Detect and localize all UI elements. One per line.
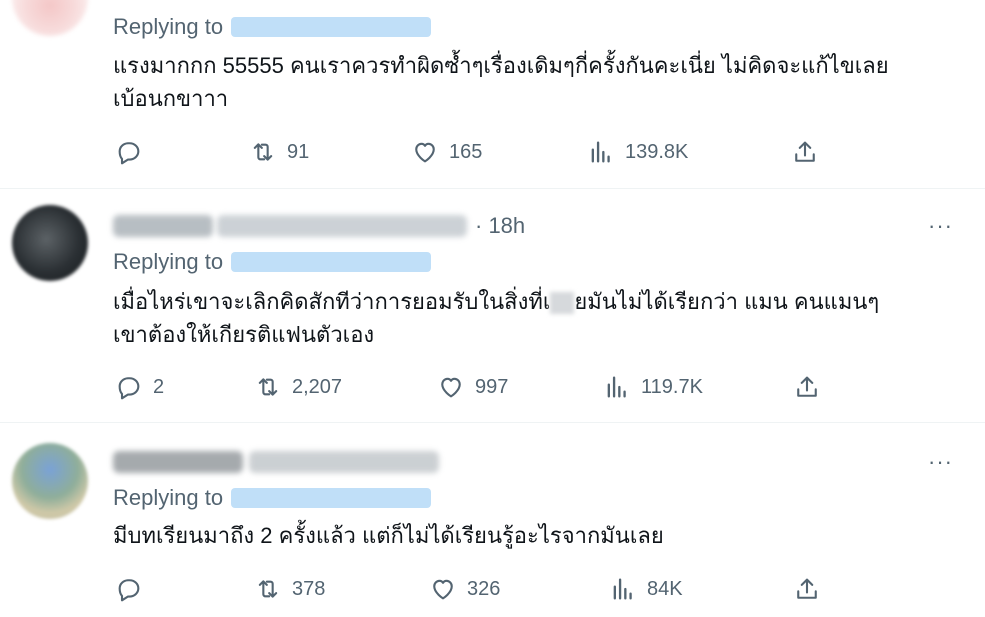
like-icon xyxy=(415,142,435,163)
replying-to-handle[interactable] xyxy=(231,252,432,272)
tweet-actions: 91 165 139.8K xyxy=(113,137,833,167)
avatar[interactable] xyxy=(12,0,88,36)
reply-button[interactable]: 2 xyxy=(115,372,164,402)
user-handle[interactable] xyxy=(217,215,467,237)
tweet-text: เมื่อไหร่เขาจะเลิกคิดสักทีว่าการยอมรับใน… xyxy=(113,285,963,351)
views-button[interactable]: 119.7K xyxy=(603,372,703,402)
retweet-count: 378 xyxy=(292,577,326,600)
retweet-icon xyxy=(258,580,278,598)
like-button[interactable]: 165 xyxy=(411,137,482,167)
replying-to: Replying to xyxy=(113,12,432,42)
share-icon xyxy=(797,578,817,599)
views-button[interactable]: 139.8K xyxy=(587,137,688,167)
share-icon xyxy=(795,141,815,162)
tweet-1[interactable]: Replying to แรงมากกก 55555 คนเราควรทำผิด… xyxy=(0,0,985,188)
tweet-header: · 18h xyxy=(113,211,525,241)
replying-to-handle[interactable] xyxy=(231,17,432,37)
replying-to-label: Replying to xyxy=(113,485,224,510)
more-options-button[interactable]: ··· xyxy=(928,449,953,475)
share-icon xyxy=(797,376,817,397)
like-button[interactable]: 997 xyxy=(437,372,508,402)
reply-icon xyxy=(118,142,140,165)
share-button[interactable] xyxy=(793,574,821,604)
like-button[interactable]: 326 xyxy=(429,574,500,604)
reply-button[interactable] xyxy=(115,137,153,167)
replying-to: Replying to xyxy=(113,483,432,513)
like-icon xyxy=(433,579,453,600)
tweet-text: แรงมากกก 55555 คนเราควรทำผิดซ้ำๆเรื่องเด… xyxy=(113,53,889,111)
retweet-icon xyxy=(258,378,278,396)
tweet-3[interactable]: ··· Replying to มีบทเรียนมาถึง 2 ครั้งแล… xyxy=(0,423,985,617)
replying-to-handle[interactable] xyxy=(231,488,432,508)
retweet-button[interactable]: 378 xyxy=(254,574,325,604)
views-count: 139.8K xyxy=(625,140,689,163)
retweet-button[interactable]: 91 xyxy=(249,137,309,167)
retweet-count: 91 xyxy=(287,140,310,163)
avatar[interactable] xyxy=(12,443,88,519)
redacted-word xyxy=(550,292,575,315)
views-icon xyxy=(613,578,632,600)
views-count: 84K xyxy=(647,577,683,600)
replying-to-label: Replying to xyxy=(113,14,224,39)
replying-to: Replying to xyxy=(113,247,432,277)
tweet-header xyxy=(113,447,439,477)
share-button[interactable] xyxy=(793,372,821,402)
replying-to-label: Replying to xyxy=(113,249,224,274)
tweet-text-part-1: เมื่อไหร่เขาจะเลิกคิดสักทีว่าการยอมรับใน… xyxy=(113,289,551,314)
retweet-icon xyxy=(253,143,273,161)
reply-count: 2 xyxy=(153,375,165,398)
like-count: 997 xyxy=(475,375,509,398)
like-icon xyxy=(441,377,461,398)
avatar[interactable] xyxy=(12,205,88,281)
views-icon xyxy=(607,376,626,398)
more-options-button[interactable]: ··· xyxy=(928,213,953,239)
reply-button[interactable] xyxy=(115,574,153,604)
user-handle[interactable] xyxy=(249,451,439,473)
tweet-actions: 2 2,207 997 119.7K xyxy=(113,372,833,402)
display-name[interactable] xyxy=(113,215,213,237)
display-name[interactable] xyxy=(113,451,243,473)
share-button[interactable] xyxy=(791,137,819,167)
timestamp[interactable]: · 18h xyxy=(475,213,525,239)
like-count: 326 xyxy=(467,577,501,600)
like-count: 165 xyxy=(449,140,483,163)
reply-icon xyxy=(118,579,140,602)
views-count: 119.7K xyxy=(641,375,703,398)
tweet-2[interactable]: · 18h ··· Replying to เมื่อไหร่เขาจะเลิก… xyxy=(0,189,985,422)
reply-icon xyxy=(118,377,140,400)
tweet-actions: 378 326 84K xyxy=(113,574,833,604)
views-icon xyxy=(591,141,610,163)
retweet-count: 2,207 xyxy=(292,375,343,398)
tweet-text: มีบทเรียนมาถึง 2 ครั้งแล้ว แต่ก็ไม่ได้เร… xyxy=(113,523,664,548)
views-button[interactable]: 84K xyxy=(609,574,683,604)
retweet-button[interactable]: 2,207 xyxy=(254,372,342,402)
